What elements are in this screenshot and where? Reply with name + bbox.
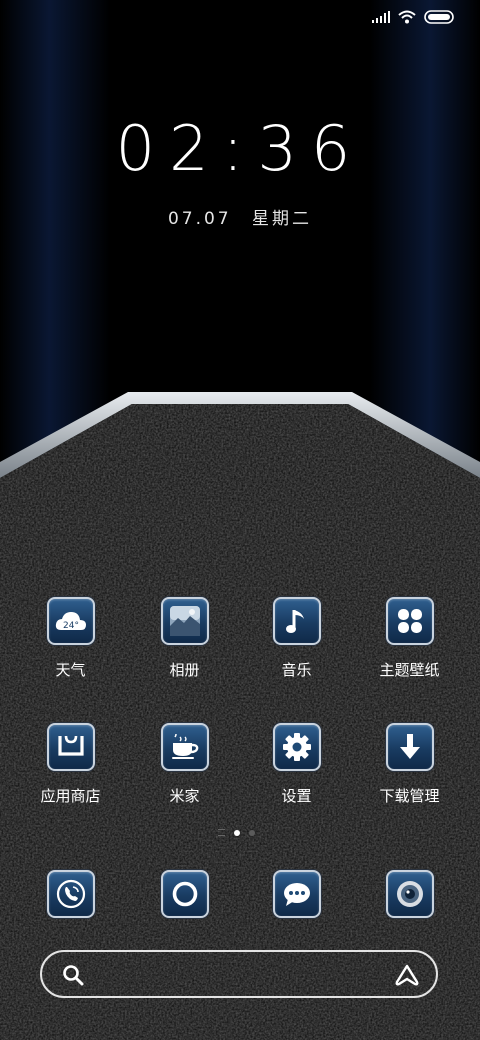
app-settings[interactable]: 设置 — [240, 723, 353, 806]
page-indicator — [218, 829, 255, 836]
page-dot-list[interactable] — [218, 829, 225, 836]
app-themes[interactable]: 主题壁纸 — [353, 597, 466, 680]
app-gallery[interactable]: 相册 — [128, 597, 241, 680]
weekday-text: 星期二 — [252, 209, 313, 229]
dock-phone[interactable] — [14, 870, 127, 918]
downloads-icon — [385, 723, 434, 771]
themes-icon — [385, 597, 434, 645]
music-icon — [272, 597, 321, 645]
app-label: 米家 — [169, 787, 200, 805]
search-icon — [63, 965, 84, 986]
dock-browser[interactable] — [128, 870, 241, 918]
page-dot-current[interactable] — [234, 829, 240, 836]
date-text: 07.07 — [167, 209, 232, 229]
app-label: 主题壁纸 — [379, 661, 440, 679]
dock-messages[interactable] — [240, 870, 353, 918]
app-label: 天气 — [55, 661, 86, 679]
gallery-icon — [160, 597, 209, 645]
app-store[interactable]: 应用商店 — [14, 723, 127, 806]
camera-icon — [385, 870, 434, 918]
browser-icon — [160, 870, 209, 918]
clock-date: 07.07 星期二 — [0, 204, 480, 229]
dock-camera[interactable] — [353, 870, 466, 918]
assistant-icon[interactable] — [394, 964, 420, 986]
app-store-icon — [46, 723, 95, 771]
app-weather[interactable]: 24° 天气 — [14, 597, 127, 680]
page-dot[interactable] — [249, 829, 255, 836]
signal-icon — [372, 11, 390, 23]
app-mi-home[interactable]: 米家 — [128, 723, 241, 806]
weather-icon: 24° — [46, 597, 95, 645]
app-music[interactable]: 音乐 — [240, 597, 353, 680]
messages-icon — [272, 870, 321, 918]
status-bar — [372, 10, 454, 24]
weather-temp: 24° — [63, 621, 79, 631]
app-label: 音乐 — [281, 661, 312, 679]
mi-home-icon — [160, 723, 209, 771]
settings-icon — [272, 723, 321, 771]
app-label: 应用商店 — [40, 787, 101, 805]
app-label: 设置 — [281, 787, 312, 805]
app-label: 相册 — [169, 661, 200, 679]
phone-icon — [46, 870, 95, 918]
wifi-icon — [398, 10, 416, 24]
app-label: 下载管理 — [379, 787, 440, 805]
search-input[interactable] — [102, 963, 376, 989]
home-screen: 02:36 07.07 星期二 24° 天气 相册 音乐 主题壁纸 应用商店 米… — [0, 0, 480, 1040]
clock-time: 02:36 — [115, 112, 365, 185]
search-bar[interactable] — [40, 950, 438, 998]
app-downloads[interactable]: 下载管理 — [353, 723, 466, 806]
battery-icon — [424, 10, 454, 24]
